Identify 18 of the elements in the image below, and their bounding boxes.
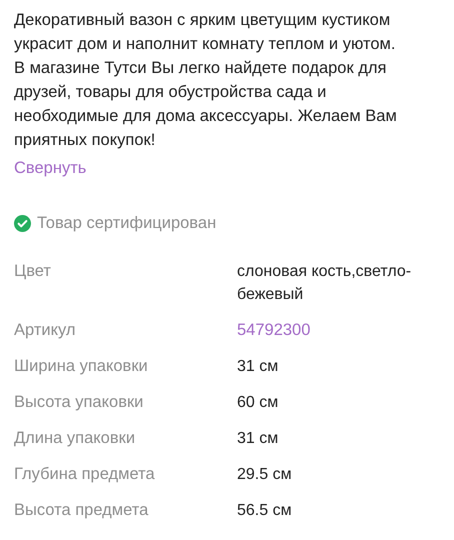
spec-label: Высота предмета — [14, 500, 150, 521]
spec-value: слоновая кость,светло-бежевый — [237, 262, 412, 305]
spec-label: Цвет — [14, 260, 52, 282]
spec-label: Ширина упаковки — [14, 356, 149, 377]
spec-value: 56.5 см — [237, 500, 293, 521]
spec-value: 29.5 см — [237, 464, 293, 485]
spec-label: Высота упаковки — [14, 392, 144, 413]
spec-value: 31 см — [237, 428, 280, 449]
spec-value: 31 см — [237, 356, 280, 377]
check-badge-icon — [14, 214, 31, 232]
spec-value-link[interactable]: 54792300 — [237, 318, 310, 342]
spec-label: Длина упаковки — [14, 428, 136, 449]
spec-label: Глубина предмета — [14, 464, 156, 485]
certified-label: Товар сертифицирован — [37, 213, 216, 234]
spec-label: Артикул — [14, 320, 77, 341]
collapse-link[interactable]: Свернуть — [14, 156, 86, 180]
spec-value: 60 см — [237, 392, 280, 413]
description-text: Декоративный вазон с ярким цветущим кустиком украсит дом и наполнит комнату теплом и уютом. В магазине Тутси Вы легко найдете подарок для друзей, товары для обустройства сада и необходимые для дома аксессуары. Желаем Вам приятных покупок! — [14, 10, 398, 151]
